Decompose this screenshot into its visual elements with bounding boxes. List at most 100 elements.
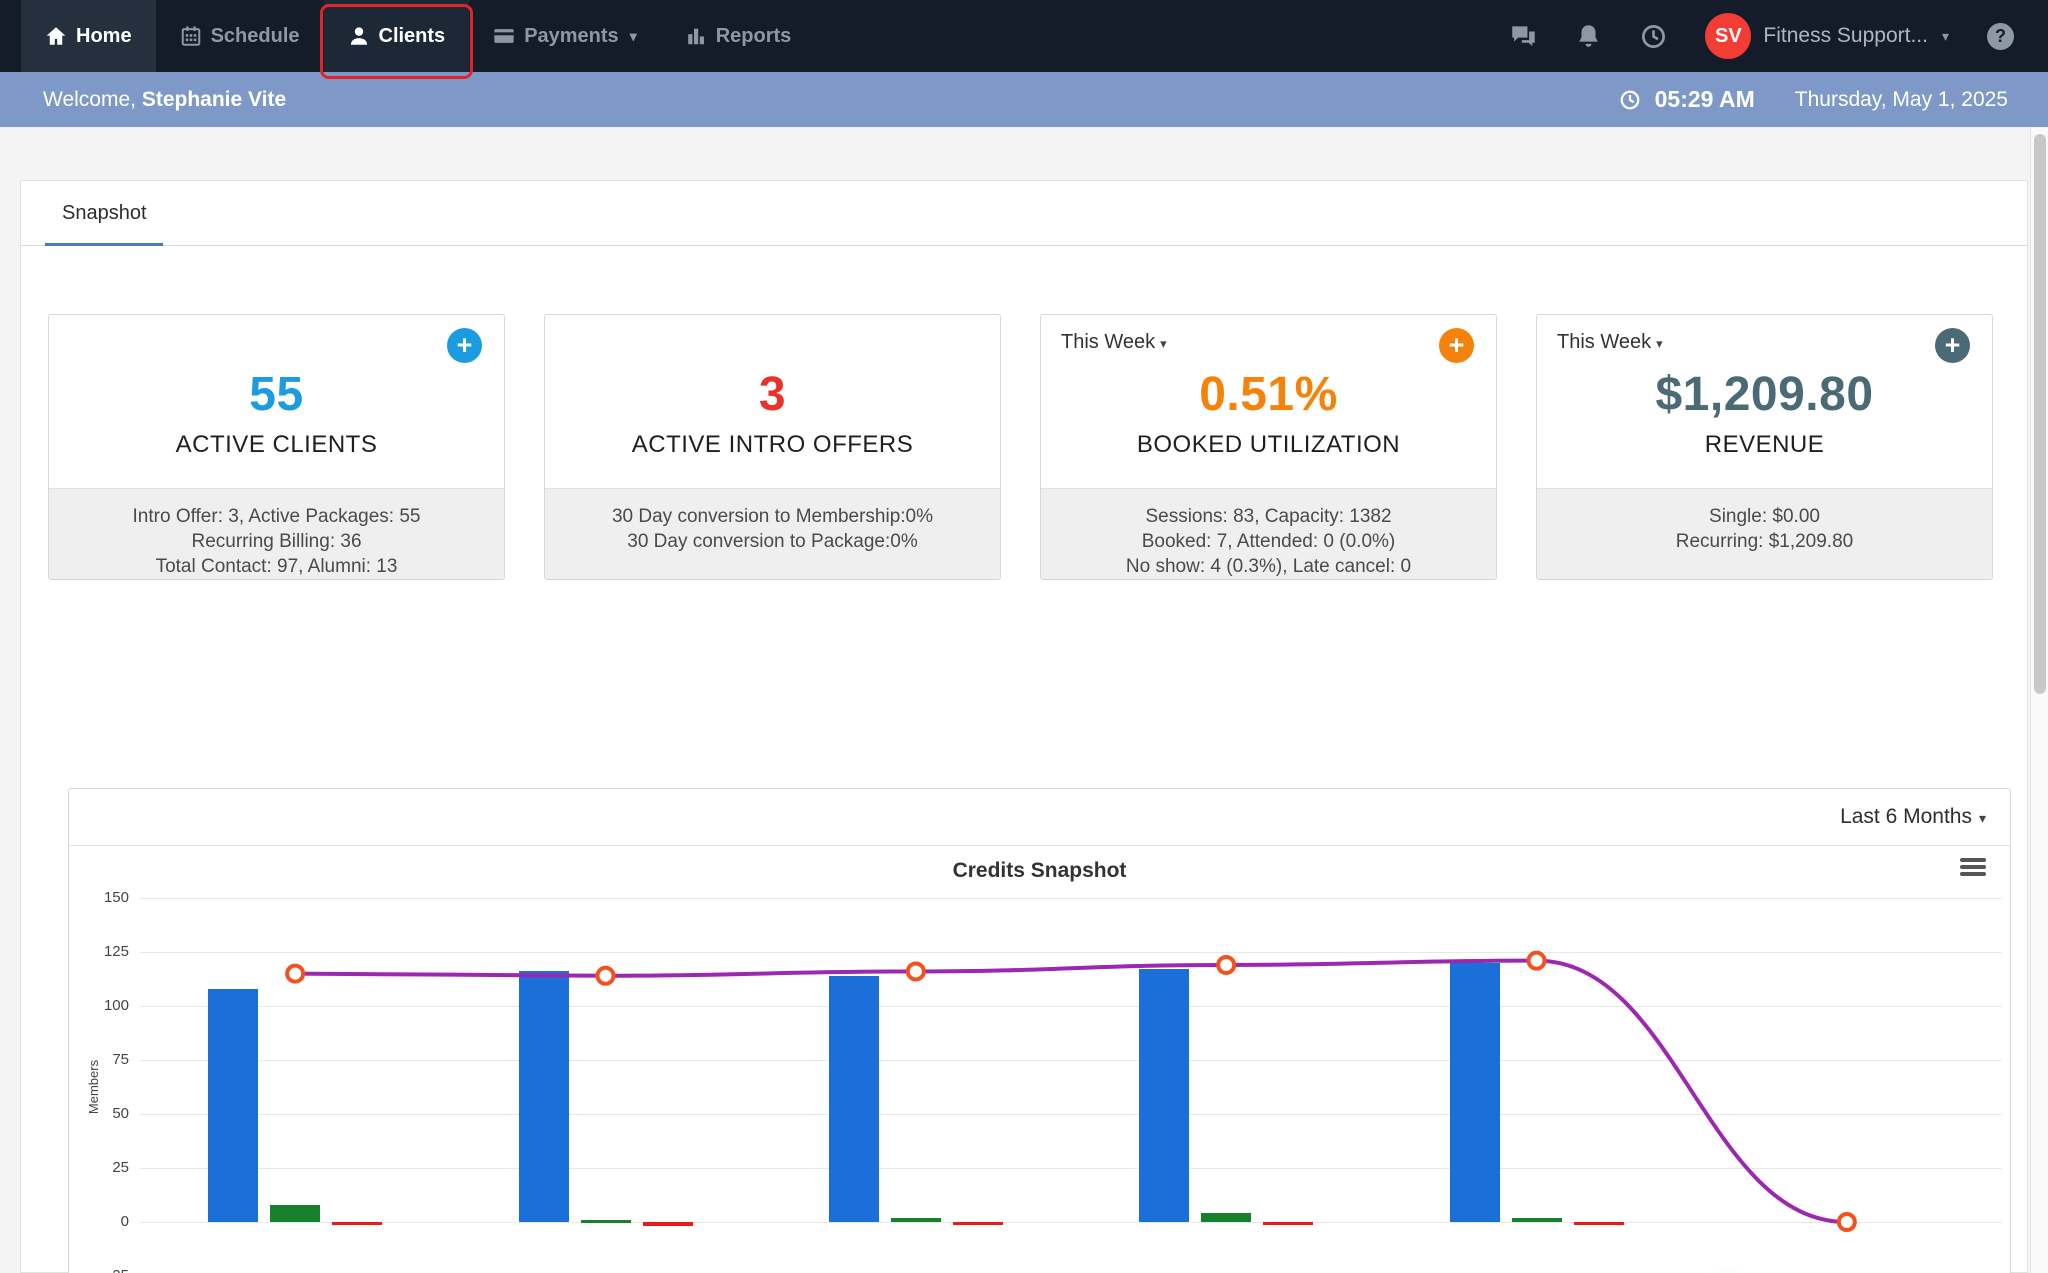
- range-dropdown[interactable]: Last 6 Months▾: [1840, 805, 1986, 829]
- nav-item-label: Schedule: [211, 25, 300, 48]
- bell-icon[interactable]: [1575, 23, 1602, 50]
- top-navbar: Home Schedule Clients Payments: [0, 0, 2048, 72]
- bar-chart-icon: [685, 25, 707, 47]
- footer-line: Recurring Billing: 36: [49, 529, 504, 554]
- active-intro-offers-card: 3 ACTIVE INTRO OFFERS 30 Day conversion …: [544, 314, 1001, 580]
- person-icon: [348, 25, 370, 47]
- nav-utilities: SV Fitness Support... ▾ ?: [1510, 0, 2048, 72]
- footer-line: Intro Offer: 3, Active Packages: 55: [49, 504, 504, 529]
- tab-snapshot[interactable]: Snapshot: [45, 181, 164, 242]
- bar-new: [891, 1218, 941, 1222]
- gridline: [140, 1114, 2002, 1115]
- active-tab-underline: [45, 243, 163, 246]
- chevron-down-icon: ▾: [630, 28, 637, 45]
- bar-new: [1201, 1213, 1251, 1222]
- footer-line: Single: $0.00: [1537, 504, 1992, 529]
- gridline: [140, 898, 2002, 899]
- calendar-icon: [180, 25, 202, 47]
- y-tick-label: -25: [69, 1267, 129, 1273]
- chart-menu-icon[interactable]: [1960, 858, 1986, 879]
- period-dropdown[interactable]: This Week▾: [1557, 331, 1663, 354]
- y-tick-label: 150: [69, 889, 129, 906]
- bar-new: [581, 1220, 631, 1223]
- footer-line: No show: 4 (0.3%), Late cancel: 0: [1041, 554, 1496, 579]
- gridline: [140, 1060, 2002, 1061]
- bar-starting-members: [829, 976, 879, 1222]
- nav-item-label: Reports: [716, 25, 792, 48]
- card-value: 0.51%: [1199, 367, 1338, 422]
- nav-item-clients[interactable]: Clients: [324, 0, 470, 72]
- chat-icon[interactable]: [1510, 23, 1537, 50]
- bar-new: [270, 1205, 320, 1222]
- bar-starting-members: [519, 971, 569, 1222]
- add-payment-button[interactable]: +: [1935, 328, 1970, 363]
- booked-utilization-card: This Week▾ + 0.51% BOOKED UTILIZATION Se…: [1040, 314, 1497, 580]
- nav-item-reports[interactable]: Reports: [661, 0, 816, 72]
- gridline: [140, 952, 2002, 953]
- add-booking-button[interactable]: +: [1439, 328, 1474, 363]
- bar-new: [1512, 1218, 1562, 1222]
- welcome-text: Welcome, Stephanie Vite: [43, 88, 286, 112]
- page-scrollbar[interactable]: [2030, 127, 2048, 1273]
- chevron-down-icon: ▾: [1160, 336, 1167, 351]
- chevron-down-icon: ▾: [1979, 810, 1986, 826]
- chevron-down-icon: ▾: [1942, 28, 1949, 45]
- welcome-bar: Welcome, Stephanie Vite 05:29 AM Thursda…: [0, 72, 2048, 127]
- nav-item-home[interactable]: Home: [21, 0, 156, 72]
- y-axis-label: Members: [86, 1007, 102, 1167]
- revenue-card: This Week▾ + $1,209.80 REVENUE Single: $…: [1536, 314, 1993, 580]
- credit-card-icon: [493, 25, 515, 47]
- card-label: ACTIVE INTRO OFFERS: [632, 431, 914, 459]
- card-label: ACTIVE CLIENTS: [176, 431, 378, 459]
- scrollbar-thumb[interactable]: [2034, 134, 2046, 694]
- period-dropdown[interactable]: This Week▾: [1061, 331, 1167, 354]
- stat-cards-row: + 55 ACTIVE CLIENTS Intro Offer: 3, Acti…: [21, 246, 2027, 580]
- chevron-down-icon: ▾: [1656, 336, 1663, 351]
- card-body: 3 ACTIVE INTRO OFFERS: [545, 315, 1000, 488]
- main-panel: Snapshot + 55 ACTIVE CLIENTS Intro Offer…: [20, 180, 2028, 1273]
- card-value: $1,209.80: [1655, 367, 1873, 422]
- avatar[interactable]: SV: [1705, 13, 1751, 59]
- card-value: 3: [759, 367, 786, 422]
- nav-menu: Home Schedule Clients Payments: [0, 0, 815, 72]
- home-icon: [45, 25, 67, 47]
- tabs-row: Snapshot: [21, 181, 2027, 246]
- bar-starting-members: [208, 989, 258, 1222]
- nav-item-schedule[interactable]: Schedule: [156, 0, 324, 72]
- chart-title: Credits Snapshot: [69, 859, 2010, 883]
- current-date: Thursday, May 1, 2025: [1795, 88, 2008, 112]
- y-tick-label: 125: [69, 943, 129, 960]
- footer-line: 30 Day conversion to Membership:0%: [545, 504, 1000, 529]
- footer-line: Sessions: 83, Capacity: 1382: [1041, 504, 1496, 529]
- gridline: [140, 1222, 2002, 1223]
- bar-no-longer-active: [1574, 1222, 1624, 1225]
- bar-no-longer-active: [953, 1222, 1003, 1225]
- card-footer: Sessions: 83, Capacity: 1382 Booked: 7, …: [1041, 488, 1496, 579]
- bar-starting-members: [1139, 969, 1189, 1222]
- add-client-button[interactable]: +: [447, 328, 482, 363]
- dashboard-page: Home Schedule Clients Payments: [0, 0, 2048, 1273]
- card-label: REVENUE: [1705, 431, 1825, 459]
- card-label: BOOKED UTILIZATION: [1137, 431, 1400, 459]
- nav-item-payments[interactable]: Payments ▾: [469, 0, 661, 72]
- account-name: Fitness Support...: [1763, 24, 1928, 48]
- footer-line: Booked: 7, Attended: 0 (0.0%): [1041, 529, 1496, 554]
- y-tick-label: 0: [69, 1213, 129, 1230]
- bar-no-longer-active: [332, 1222, 382, 1225]
- user-name: Stephanie Vite: [142, 88, 286, 111]
- gridline: [140, 1168, 2002, 1169]
- card-footer: 30 Day conversion to Membership:0% 30 Da…: [545, 488, 1000, 579]
- nav-item-label: Payments: [524, 25, 619, 48]
- nav-item-label: Home: [76, 25, 132, 48]
- account-menu[interactable]: SV Fitness Support... ▾: [1705, 13, 1949, 59]
- card-footer: Single: $0.00 Recurring: $1,209.80: [1537, 488, 1992, 579]
- nav-item-label: Clients: [379, 25, 446, 48]
- history-clock-icon[interactable]: [1640, 23, 1667, 50]
- datetime-block: 05:29 AM Thursday, May 1, 2025: [1619, 86, 2008, 113]
- help-icon[interactable]: ?: [1987, 23, 2014, 50]
- active-clients-card: + 55 ACTIVE CLIENTS Intro Offer: 3, Acti…: [48, 314, 505, 580]
- bar-no-longer-active: [643, 1222, 693, 1226]
- credits-snapshot-panel: Last 6 Months▾ Credits Snapshot 15012510…: [68, 788, 2011, 1273]
- chart-header: Last 6 Months▾: [69, 789, 2010, 846]
- bar-no-longer-active: [1263, 1222, 1313, 1225]
